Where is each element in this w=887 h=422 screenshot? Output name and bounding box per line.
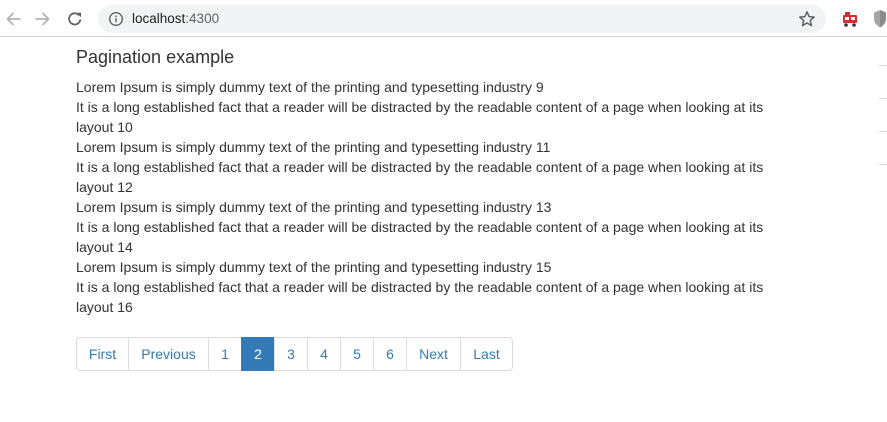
first-page-button[interactable]: First — [76, 337, 129, 371]
next-page-button[interactable]: Next — [406, 337, 461, 371]
divider — [879, 98, 887, 99]
divider — [879, 164, 887, 165]
page-1-button[interactable]: 1 — [208, 337, 242, 371]
list-item: It is a long established fact that a rea… — [76, 99, 764, 135]
page-4-button[interactable]: 4 — [307, 337, 341, 371]
url-text[interactable]: localhost:4300 — [132, 11, 219, 27]
item-list: Lorem Ipsum is simply dummy text of the … — [76, 77, 776, 317]
address-bar[interactable]: localhost:4300 — [98, 5, 826, 33]
list-item: It is a long established fact that a rea… — [76, 219, 764, 255]
back-arrow-icon[interactable] — [2, 8, 24, 30]
page-5-button[interactable]: 5 — [340, 337, 374, 371]
page-3-button[interactable]: 3 — [274, 337, 308, 371]
divider — [879, 65, 887, 66]
list-item: Lorem Ipsum is simply dummy text of the … — [76, 199, 552, 215]
list-item: It is a long established fact that a rea… — [76, 279, 764, 315]
pagination: First Previous 1 2 3 4 5 6 Next Last — [76, 337, 513, 371]
url-port: :4300 — [185, 11, 220, 26]
list-item: Lorem Ipsum is simply dummy text of the … — [76, 79, 544, 95]
page-2-button-active[interactable]: 2 — [241, 337, 275, 371]
reload-icon[interactable] — [64, 8, 86, 30]
side-panel-edge — [879, 37, 887, 422]
extension-icon[interactable] — [841, 10, 859, 28]
last-page-button[interactable]: Last — [460, 337, 513, 371]
shield-extension-icon[interactable] — [873, 9, 887, 29]
page-title: Pagination example — [76, 47, 235, 67]
star-icon[interactable] — [798, 10, 816, 28]
url-host: localhost — [132, 11, 186, 26]
list-item: Lorem Ipsum is simply dummy text of the … — [76, 259, 552, 275]
divider — [879, 131, 887, 132]
browser-toolbar: localhost:4300 — [0, 0, 887, 37]
list-item: Lorem Ipsum is simply dummy text of the … — [76, 139, 551, 155]
list-item: It is a long established fact that a rea… — [76, 159, 764, 195]
info-icon[interactable] — [108, 11, 124, 27]
forward-arrow-icon[interactable] — [32, 8, 54, 30]
page-6-button[interactable]: 6 — [373, 337, 407, 371]
previous-page-button[interactable]: Previous — [128, 337, 209, 371]
